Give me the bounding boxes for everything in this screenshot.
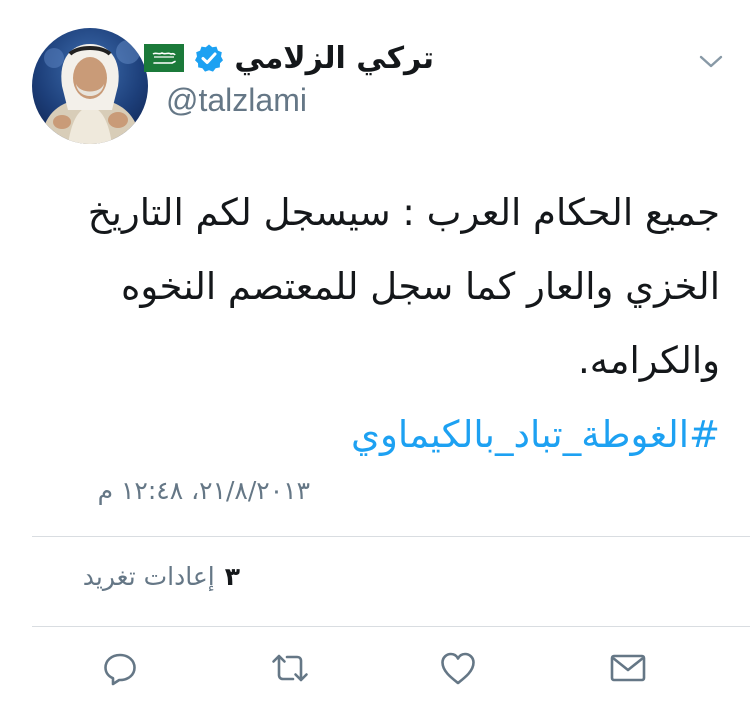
display-name-row: تركي الزلامي bbox=[144, 36, 434, 80]
retweets-count: ٣ bbox=[224, 562, 240, 591]
like-icon[interactable] bbox=[438, 648, 478, 688]
retweets-stat[interactable]: ٣ إعادات تغريد bbox=[83, 562, 240, 591]
chevron-down-icon[interactable] bbox=[694, 46, 728, 76]
tweet-text-line: جميع الحكام العرب : سيسجل لكم التاريخ bbox=[87, 191, 720, 234]
hashtag-link[interactable]: #الغوطة_تباد_بالكيماوي bbox=[30, 398, 720, 472]
saudi-arabia-flag-icon bbox=[144, 44, 185, 72]
share-icon[interactable] bbox=[608, 648, 648, 688]
divider bbox=[32, 536, 750, 537]
tweet-text-line: الخزي والعار كما سجل للمعتصم النخوه bbox=[121, 265, 720, 308]
retweet-icon[interactable] bbox=[270, 648, 310, 688]
retweets-label: إعادات تغريد bbox=[82, 562, 215, 591]
verified-badge-icon bbox=[194, 43, 224, 73]
tweet-card: تركي الزلامي @talzlami جميع الحكام العرب… bbox=[0, 0, 750, 714]
tweet-text-line: والكرامه. bbox=[578, 339, 720, 382]
tweet-text: جميع الحكام العرب : سيسجل لكم التاريخ ال… bbox=[30, 176, 720, 472]
divider bbox=[32, 626, 750, 627]
user-handle[interactable]: @talzlami bbox=[166, 82, 307, 119]
tweet-timestamp[interactable]: ٢١/٨/٢٠١٣، ١٢:٤٨ م bbox=[98, 476, 310, 505]
display-name[interactable]: تركي الزلامي bbox=[234, 41, 434, 76]
avatar[interactable] bbox=[32, 28, 148, 144]
reply-icon[interactable] bbox=[100, 648, 140, 688]
